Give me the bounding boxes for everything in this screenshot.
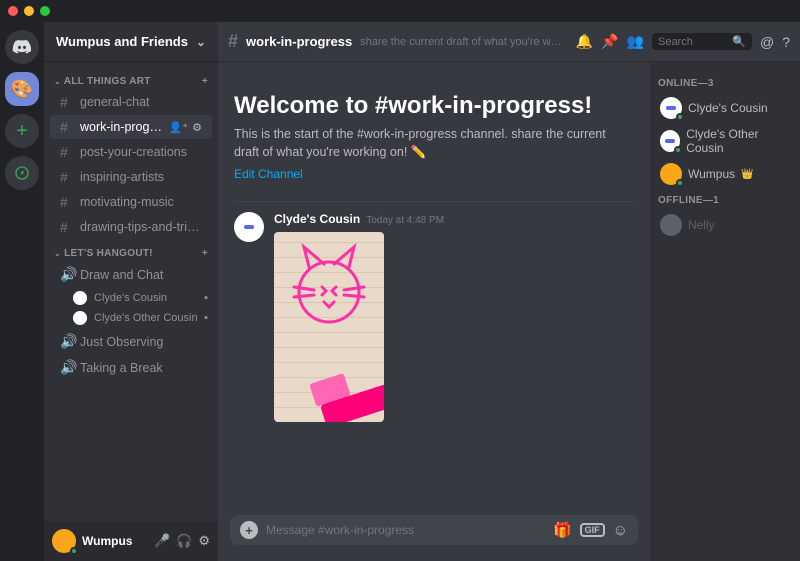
explore-servers-button[interactable] [5, 156, 39, 190]
image-attachment[interactable] [274, 232, 384, 422]
status-online-icon [70, 547, 78, 555]
message-author[interactable]: Clyde's Cousin [274, 212, 360, 226]
channel-item[interactable]: #general-chat [50, 90, 212, 114]
member-item[interactable]: Clyde's Other Cousin [658, 123, 792, 159]
search-icon: 🔍 [732, 35, 746, 48]
help-icon[interactable]: ? [782, 34, 790, 50]
avatar [72, 310, 88, 326]
compass-icon [14, 165, 30, 181]
mentions-icon[interactable]: @ [760, 34, 774, 50]
edit-channel-link[interactable]: Edit Channel [234, 167, 303, 181]
member-list: ONLINE—3 Clyde's Cousin Clyde's Other Co… [650, 62, 800, 561]
zoom-window-button[interactable] [40, 6, 50, 16]
hash-icon: # [60, 194, 74, 210]
server-name: Wumpus and Friends [56, 34, 188, 49]
search-input[interactable] [658, 36, 728, 48]
member-group-heading: OFFLINE—1 [658, 195, 792, 206]
mute-button[interactable]: 🎤 [154, 533, 170, 549]
channel-item[interactable]: #inspiring-artists [50, 165, 212, 189]
member-item[interactable]: Wumpus 👑 [658, 159, 792, 189]
avatar [660, 214, 682, 236]
divider [234, 201, 634, 202]
avatar [660, 130, 680, 152]
search-box[interactable]: 🔍 [652, 33, 752, 50]
notifications-icon[interactable]: 🔔 [576, 33, 593, 50]
avatar [660, 97, 682, 119]
hash-icon: # [60, 119, 74, 135]
home-button[interactable] [5, 30, 39, 64]
channel-topic: share the current draft of what you're w… [360, 36, 567, 48]
hash-icon: # [60, 144, 74, 160]
message-scroller[interactable]: Welcome to #work-in-progress! This is th… [218, 62, 650, 515]
add-channel-icon[interactable]: + [202, 248, 208, 259]
close-window-button[interactable] [8, 6, 18, 16]
user-panel: Wumpus 🎤 🎧 ⚙ [44, 521, 218, 561]
speaker-icon: 🔊 [60, 333, 74, 350]
hash-icon: # [60, 219, 74, 235]
attach-button[interactable]: + [240, 521, 258, 539]
settings-button[interactable]: ⚙ [198, 533, 210, 549]
member-group-heading: ONLINE—3 [658, 78, 792, 89]
welcome-title: Welcome to #work-in-progress! [234, 92, 634, 120]
guild-sidebar: 🎨 + [0, 22, 44, 561]
video-icon: ▪ [204, 292, 208, 304]
gift-button[interactable]: 🎁 [553, 521, 572, 539]
speaker-icon: 🔊 [60, 359, 74, 376]
member-list-toggle[interactable]: 👥 [627, 33, 644, 50]
channel-title: work-in-progress [246, 34, 352, 49]
gear-icon[interactable]: ⚙ [192, 121, 202, 134]
server-header[interactable]: Wumpus and Friends ⌄ [44, 22, 218, 62]
voice-channel-item[interactable]: 🔊Just Observing [50, 329, 212, 354]
channel-item[interactable]: #post-your-creations [50, 140, 212, 164]
message: Clyde's Cousin Today at 4:48 PM [234, 212, 634, 422]
current-user-name: Wumpus [82, 534, 148, 548]
channel-item[interactable]: #motivating-music [50, 190, 212, 214]
member-item[interactable]: Nelly [658, 210, 792, 240]
welcome-subtitle: This is the start of the #work-in-progre… [234, 126, 634, 161]
channel-topbar: # work-in-progress share the current dra… [218, 22, 800, 62]
pinned-icon[interactable]: 📌 [601, 33, 618, 50]
voice-user[interactable]: Clyde's Cousin▪ [44, 288, 218, 308]
minimize-window-button[interactable] [24, 6, 34, 16]
avatar[interactable] [234, 212, 264, 242]
invite-icon[interactable]: 👤⁺ [169, 121, 189, 134]
video-icon: ▪ [204, 312, 208, 324]
discord-logo-icon [12, 39, 32, 55]
channel-item-selected[interactable]: #work-in-progress👤⁺⚙ [50, 115, 212, 139]
message-timestamp: Today at 4:48 PM [366, 215, 444, 226]
deafen-button[interactable]: 🎧 [176, 533, 192, 549]
voice-channel-item[interactable]: 🔊Draw and Chat [50, 262, 212, 287]
speaker-icon: 🔊 [60, 266, 74, 283]
emoji-button[interactable]: ☺ [613, 522, 628, 539]
gif-button[interactable]: GIF [580, 523, 605, 537]
member-item[interactable]: Clyde's Cousin [658, 93, 792, 123]
voice-channel-item[interactable]: 🔊Taking a Break [50, 355, 212, 380]
avatar [72, 290, 88, 306]
hash-icon: # [228, 31, 238, 52]
channel-category[interactable]: ⌄ ALL THINGS ART + [44, 68, 218, 89]
hash-icon: # [60, 94, 74, 110]
message-input[interactable] [266, 523, 545, 537]
channel-list: ⌄ ALL THINGS ART + #general-chat #work-i… [44, 62, 218, 521]
avatar[interactable] [52, 529, 76, 553]
crown-icon: 👑 [741, 169, 753, 180]
window-titlebar [0, 0, 800, 22]
voice-user[interactable]: Clyde's Other Cousin▪ [44, 308, 218, 328]
avatar [660, 163, 682, 185]
guild-selected[interactable]: 🎨 [5, 72, 39, 106]
message-composer: + 🎁 GIF ☺ [230, 515, 638, 545]
add-channel-icon[interactable]: + [202, 76, 208, 87]
channel-category[interactable]: ⌄ LET'S HANGOUT! + [44, 240, 218, 261]
channel-item[interactable]: #drawing-tips-and-tricks [50, 215, 212, 239]
add-server-button[interactable]: + [5, 114, 39, 148]
hash-icon: # [60, 169, 74, 185]
chevron-down-icon: ⌄ [196, 35, 206, 49]
